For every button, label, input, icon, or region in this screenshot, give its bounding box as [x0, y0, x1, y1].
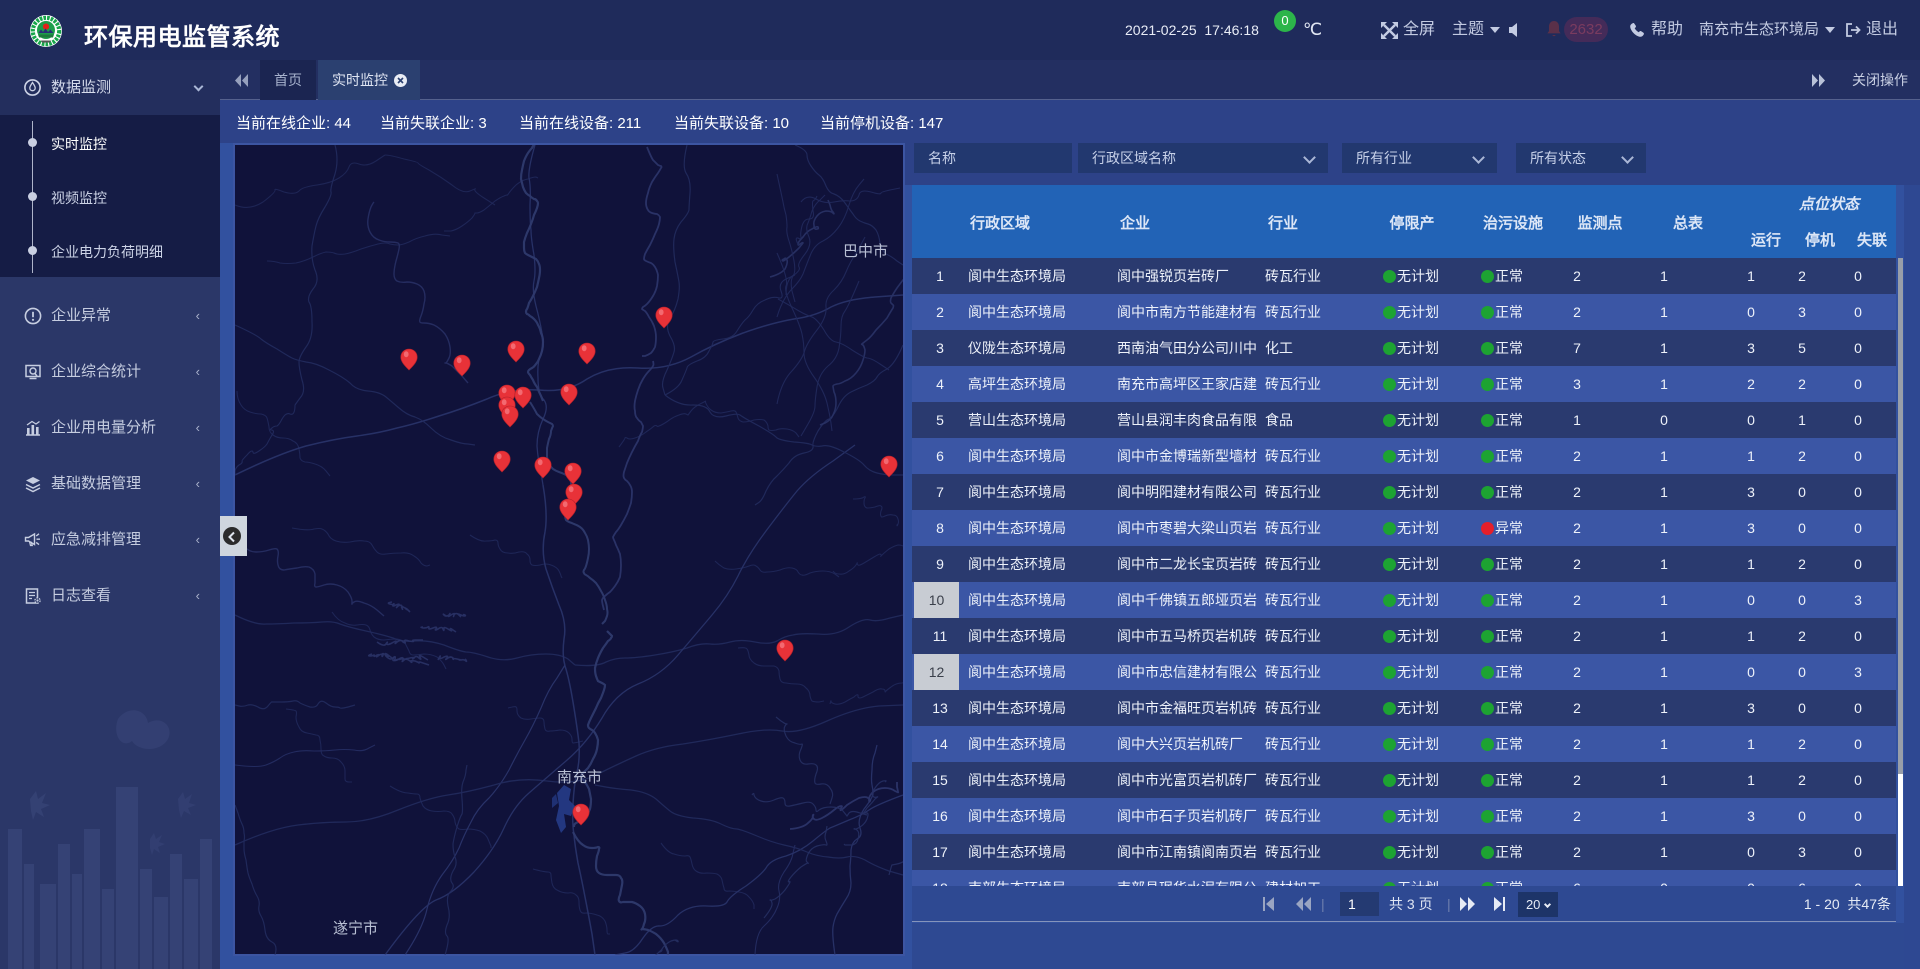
svg-text:南充市: 南充市 — [557, 769, 602, 786]
svg-text:巴中市: 巴中市 — [843, 243, 888, 260]
svg-text:遂宁市: 遂宁市 — [333, 920, 378, 937]
